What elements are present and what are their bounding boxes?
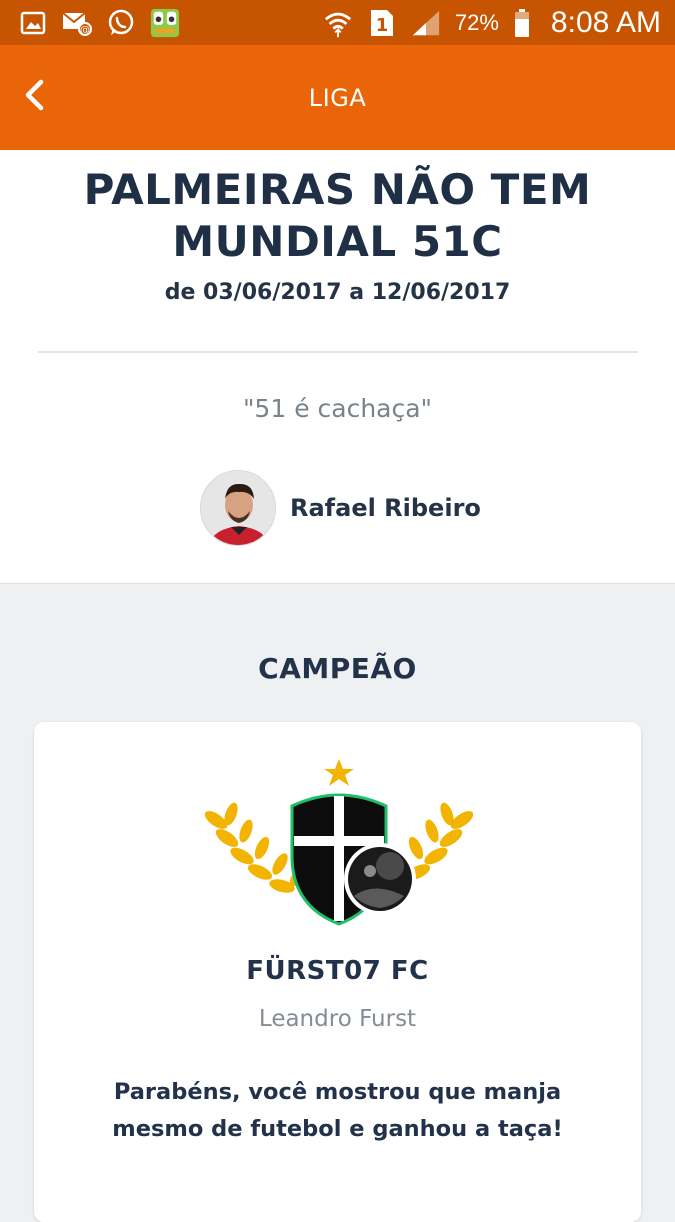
owner-name: Rafael Ribeiro (290, 494, 481, 522)
congrats-message: Parabéns, você mostrou que manja mesmo d… (74, 1074, 601, 1148)
email-icon: @ (62, 8, 92, 38)
league-motto: "51 é cachaça" (242, 394, 433, 423)
gallery-icon (18, 8, 48, 38)
wifi-icon (323, 8, 353, 38)
congrats-line2: mesmo de futebol e ganhou a taça! (112, 1116, 563, 1142)
champion-card[interactable]: FÜRST07 FC Leandro Furst Parabéns, você … (34, 722, 641, 1222)
battery-icon (513, 8, 531, 38)
signal-icon (411, 8, 441, 38)
league-title-line1: PALMEIRAS NÃO TEM (83, 165, 592, 214)
divider (38, 351, 638, 353)
star-icon (324, 759, 354, 786)
status-bar: @ 1 72% 8:08 AM (0, 0, 675, 45)
back-button[interactable] (14, 73, 54, 117)
champion-team-name: FÜRST07 FC (246, 956, 429, 986)
app-bar: LIGA (0, 45, 675, 150)
chevron-left-icon (25, 79, 44, 111)
clock: 8:08 AM (550, 5, 661, 39)
league-header: PALMEIRAS NÃO TEM MUNDIAL 51C de 03/06/2… (0, 150, 675, 584)
team-owner-avatar (344, 843, 416, 915)
app-icon (150, 8, 180, 38)
avatar (200, 470, 276, 546)
champion-trophy (204, 759, 474, 926)
battery-percent: 72% (454, 9, 499, 35)
champion-section-title: CAMPEÃO (258, 652, 417, 685)
league-dates: de 03/06/2017 a 12/06/2017 (164, 280, 511, 305)
whatsapp-icon (106, 8, 136, 38)
svg-text:@: @ (80, 25, 90, 36)
sim-label: 1 (376, 15, 389, 36)
page-title: LIGA (308, 83, 367, 112)
league-owner[interactable]: Rafael Ribeiro (200, 470, 481, 546)
sim-icon: 1 (367, 8, 397, 38)
league-title: PALMEIRAS NÃO TEM MUNDIAL 51C (20, 164, 655, 268)
champion-owner-name: Leandro Furst (258, 1006, 417, 1032)
league-title-line2: MUNDIAL 51C (172, 217, 503, 266)
congrats-line1: Parabéns, você mostrou que manja (113, 1079, 562, 1105)
